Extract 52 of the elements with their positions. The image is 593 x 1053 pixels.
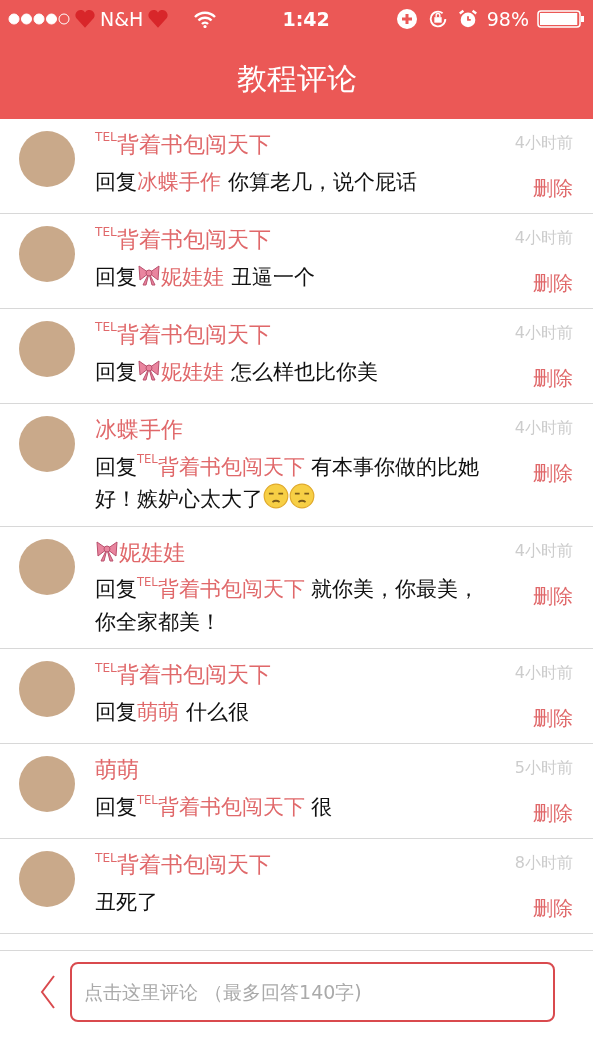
avatar-placeholder: [19, 321, 75, 377]
commenter-name[interactable]: 萌萌: [95, 757, 139, 783]
unamused-face-icon: [263, 483, 289, 510]
signal-icon: [8, 13, 70, 25]
heart-icon: [74, 8, 96, 30]
commenter-name[interactable]: $^{TEL}$背着书包闯天下: [95, 852, 271, 878]
delete-button[interactable]: 删除: [533, 798, 573, 829]
status-time: 1:42: [282, 6, 330, 32]
comment-text: 回复$^{TEL}$背着书包闯天下 就你美，你最美，你全家都美！: [95, 573, 481, 636]
username-link[interactable]: $^{TEL}$背着书包闯天下: [137, 577, 305, 602]
comment-input[interactable]: 点击这里评论 （最多回答140字): [70, 961, 555, 1022]
comment-text: 回复萌萌 什么很: [95, 698, 250, 726]
commenter-name[interactable]: 冰蝶手作: [95, 417, 183, 442]
username-link[interactable]: 萌萌: [137, 699, 179, 724]
commenter-name[interactable]: 妮娃娃: [119, 539, 185, 565]
alarm-icon: [456, 8, 479, 30]
delete-button[interactable]: 删除: [533, 268, 573, 298]
commenter-name[interactable]: $^{TEL}$背着书包闯天下: [95, 132, 271, 157]
comment-text: 回复$^{TEL}$背着书包闯天下 很: [95, 791, 334, 821]
bow-icon: [137, 262, 161, 287]
delete-button[interactable]: 删除: [533, 173, 573, 203]
delete-button[interactable]: 删除: [533, 893, 573, 924]
unamused-face-icon: [289, 483, 315, 510]
username-link[interactable]: 妮娃娃: [161, 264, 224, 289]
delete-button[interactable]: 删除: [533, 458, 573, 488]
heart-icon: [147, 8, 170, 30]
avatar-placeholder: [19, 131, 75, 187]
username-link[interactable]: 冰蝶手作: [137, 169, 221, 194]
commenter-name[interactable]: $^{TEL}$背着书包闯天下: [95, 227, 271, 252]
username-link[interactable]: $^{TEL}$背着书包闯天下: [137, 794, 305, 819]
bow-icon: [137, 357, 161, 382]
delete-button[interactable]: 删除: [533, 363, 573, 393]
username-link[interactable]: $^{TEL}$背着书包闯天下: [137, 454, 305, 479]
username-link[interactable]: 妮娃娃: [161, 359, 224, 384]
comment-text: 回复 妮娃娃 怎么样也比你美: [95, 356, 379, 386]
bow-icon: [95, 538, 119, 563]
delete-button[interactable]: 删除: [533, 580, 573, 611]
carrier-name: N&H: [100, 6, 144, 32]
plus-circle-icon: [394, 7, 419, 31]
comment-text: 回复冰蝶手作 你算老几，说个屁话: [95, 168, 418, 196]
page-title: 教程评论: [236, 60, 357, 98]
comment-text: 丑死了: [95, 888, 159, 916]
commenter-name[interactable]: $^{TEL}$背着书包闯天下: [95, 322, 271, 347]
comment-text: 回复 妮娃娃 丑逼一个: [95, 261, 316, 291]
avatar-placeholder: [19, 226, 75, 282]
battery-percent: 98%: [486, 6, 529, 32]
avatar-placeholder: [19, 416, 75, 472]
comment-text: 回复$^{TEL}$背着书包闯天下 有本事你做的比她好！嫉妒心太大了: [95, 451, 481, 514]
delete-button[interactable]: 删除: [533, 703, 573, 734]
wifi-icon: [193, 10, 218, 28]
battery-icon: [537, 9, 585, 29]
commenter-name[interactable]: $^{TEL}$背着书包闯天下: [95, 662, 271, 688]
